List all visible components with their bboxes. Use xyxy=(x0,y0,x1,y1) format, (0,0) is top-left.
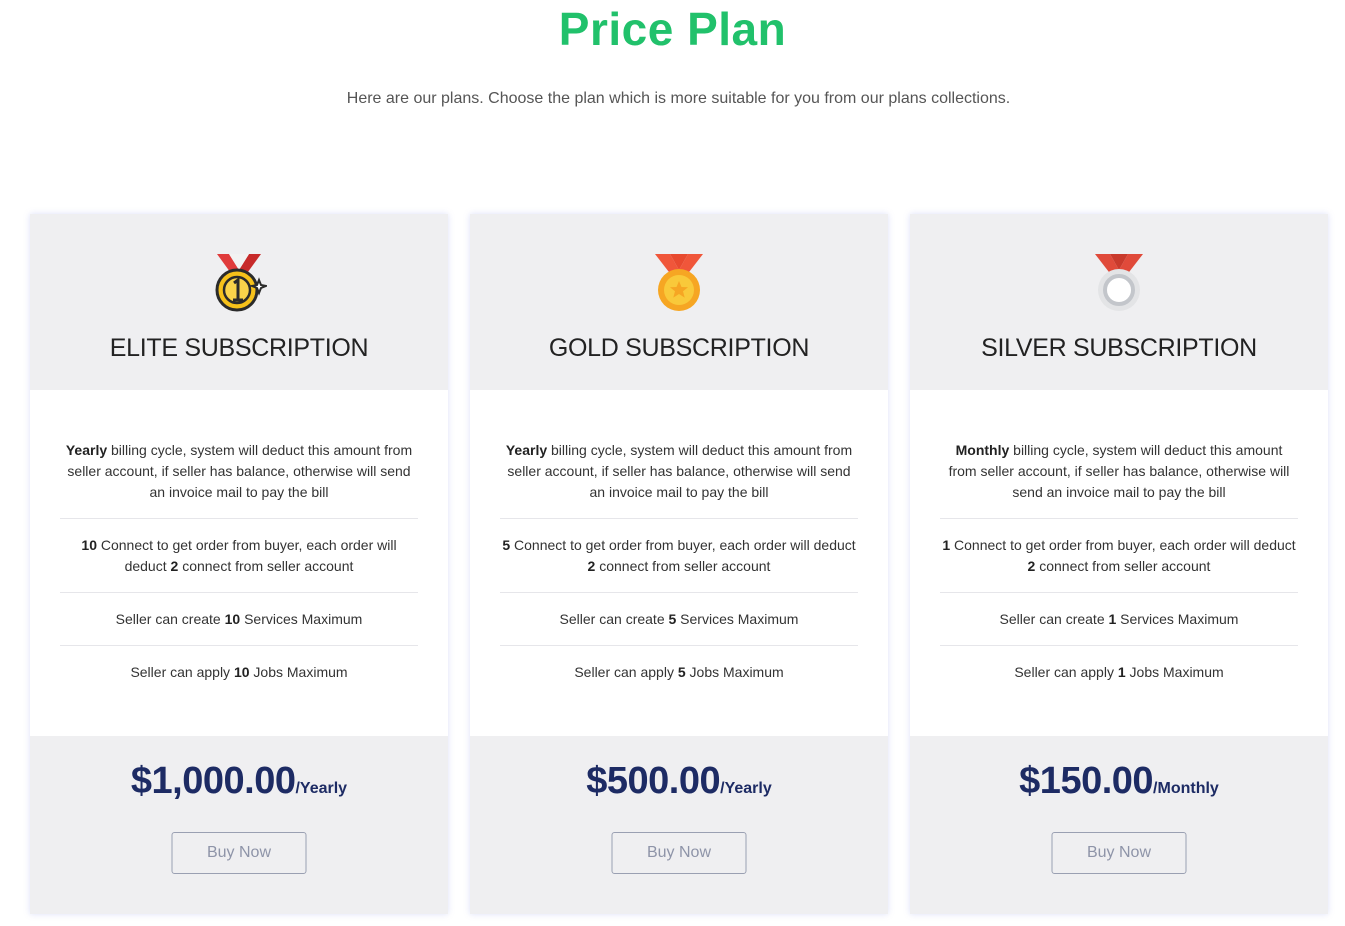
price-period: /Yearly xyxy=(295,780,348,797)
plan-card-elite: ELITE SUBSCRIPTION Yearly billing cycle,… xyxy=(30,214,448,914)
plan-name: SILVER SUBSCRIPTION xyxy=(981,334,1257,362)
price-amount: $1,000.00 xyxy=(130,760,296,802)
plan-card-silver: SILVER SUBSCRIPTION Monthly billing cycl… xyxy=(910,214,1328,914)
price-amount: $150.00 xyxy=(1019,760,1154,802)
buy-now-button[interactable]: Buy Now xyxy=(171,832,307,874)
feature-billing-cycle: Monthly billing cycle, system will deduc… xyxy=(940,440,1298,519)
price-period: /Yearly xyxy=(720,780,772,797)
plan-name: ELITE SUBSCRIPTION xyxy=(109,334,369,362)
feature-connects: 1 Connect to get order from buyer, each … xyxy=(940,535,1298,593)
plan-card-footer: $500.00/Yearly Buy Now xyxy=(470,736,888,914)
buy-now-button[interactable]: Buy Now xyxy=(611,832,747,874)
plan-features: Monthly billing cycle, system will deduc… xyxy=(910,390,1328,736)
plan-features: Yearly billing cycle, system will deduct… xyxy=(30,390,448,736)
page-title: Price Plan xyxy=(558,3,787,55)
feature-jobs: Seller can apply 10 Jobs Maximum xyxy=(130,664,348,680)
plan-card-footer: $150.00/Monthly Buy Now xyxy=(910,736,1328,914)
feature-billing-cycle: Yearly billing cycle, system will deduct… xyxy=(60,440,418,519)
plan-card-header: SILVER SUBSCRIPTION xyxy=(910,214,1328,390)
feature-connects: 10 Connect to get order from buyer, each… xyxy=(60,535,418,593)
page-subtitle: Here are our plans. Choose the plan whic… xyxy=(346,90,1011,107)
price-period: /Monthly xyxy=(1153,780,1219,797)
feature-services: Seller can create 1 Services Maximum xyxy=(940,609,1298,646)
gold-medal-icon xyxy=(654,250,704,319)
plan-card-header: ELITE SUBSCRIPTION xyxy=(30,214,448,390)
plan-card-footer: $1,000.00/Yearly Buy Now xyxy=(30,736,448,914)
plan-name: GOLD SUBSCRIPTION xyxy=(548,334,810,362)
plan-price: $150.00/Monthly xyxy=(910,760,1328,803)
plan-features: Yearly billing cycle, system will deduct… xyxy=(470,390,888,736)
silver-medal-icon xyxy=(1094,250,1144,319)
pricing-page: Price Plan Here are our plans. Choose th… xyxy=(0,0,1345,926)
price-amount: $500.00 xyxy=(586,760,721,802)
feature-services: Seller can create 10 Services Maximum xyxy=(60,609,418,646)
feature-connects: 5 Connect to get order from buyer, each … xyxy=(500,535,858,593)
plan-price: $500.00/Yearly xyxy=(470,760,888,803)
feature-billing-cycle: Yearly billing cycle, system will deduct… xyxy=(500,440,858,519)
feature-jobs: Seller can apply 1 Jobs Maximum xyxy=(1014,664,1224,680)
plans-list: ELITE SUBSCRIPTION Yearly billing cycle,… xyxy=(30,214,1328,914)
feature-jobs: Seller can apply 5 Jobs Maximum xyxy=(574,664,784,680)
feature-services: Seller can create 5 Services Maximum xyxy=(500,609,858,646)
plan-card-header: GOLD SUBSCRIPTION xyxy=(470,214,888,390)
plan-price: $1,000.00/Yearly xyxy=(30,760,448,803)
buy-now-button[interactable]: Buy Now xyxy=(1051,832,1187,874)
plan-card-gold: GOLD SUBSCRIPTION Yearly billing cycle, … xyxy=(470,214,888,914)
elite-medal-icon xyxy=(211,250,270,319)
